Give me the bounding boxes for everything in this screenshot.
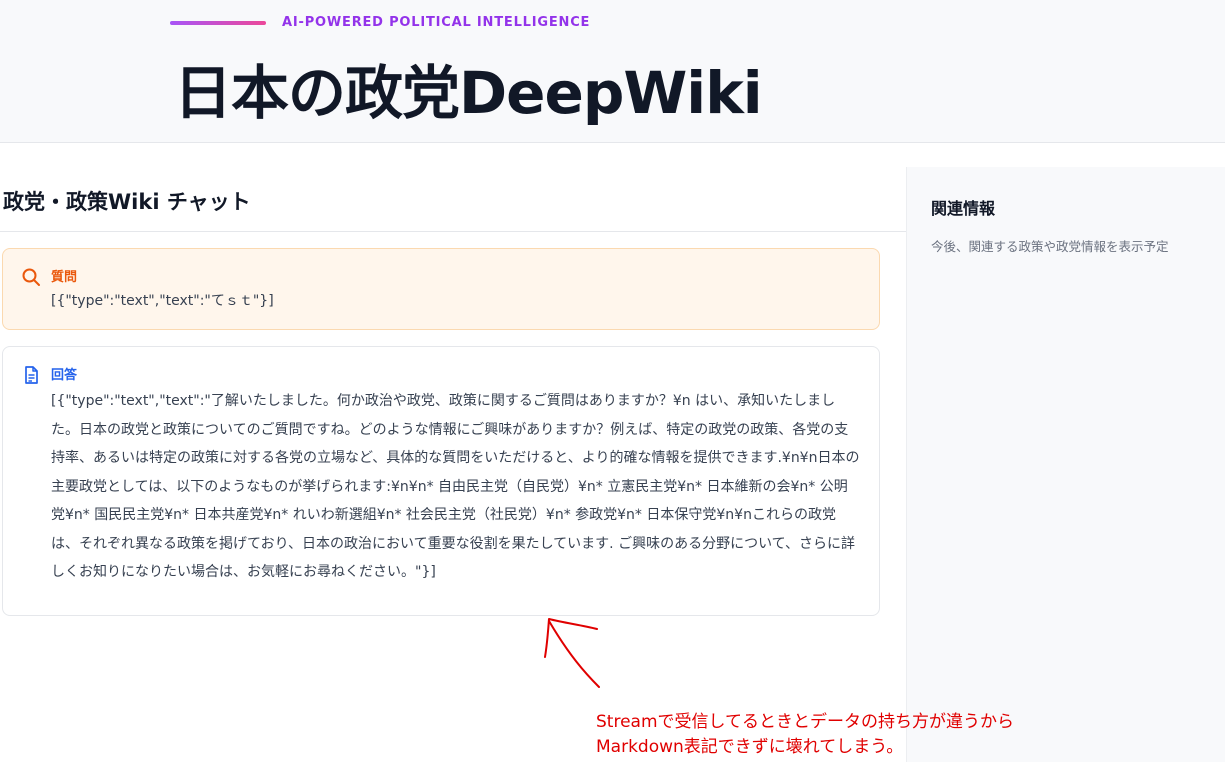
answer-label: 回答	[51, 368, 78, 383]
answer-text: [{"type":"text","text":"了解いたしました。何か政治や政党…	[51, 393, 860, 580]
search-icon	[21, 267, 41, 287]
sidebar-description: 今後、関連する政策や政党情報を表示予定	[931, 239, 1169, 254]
annotation-line: Streamで受信してるときとデータの持ち方が違うから	[596, 712, 1014, 732]
annotation-arrow-icon	[544, 618, 600, 688]
annotation-note: Streamで受信してるときとデータの持ち方が違うから Markdown表記でき…	[596, 710, 1014, 760]
header-tagline: AI-POWERED POLITICAL INTELLIGENCE	[282, 15, 591, 30]
header: AI-POWERED POLITICAL INTELLIGENCE 日本の政党D…	[0, 0, 1225, 143]
document-icon	[21, 365, 41, 385]
page-title: 日本の政党DeepWiki	[174, 59, 763, 127]
page: AI-POWERED POLITICAL INTELLIGENCE 日本の政党D…	[0, 0, 1225, 762]
divider	[0, 231, 906, 232]
question-label: 質問	[51, 270, 78, 285]
header-accent-bar	[170, 21, 266, 25]
answer-card: 回答 [{"type":"text","text":"了解いたしました。何か政治…	[2, 346, 880, 616]
sidebar-title: 関連情報	[931, 199, 996, 218]
sidebar: 関連情報 今後、関連する政策や政党情報を表示予定	[906, 167, 1225, 762]
annotation-line: Markdown表記できずに壊れてしまう。	[596, 737, 904, 757]
question-text: [{"type":"text","text":"てｓｔ"}]	[51, 293, 274, 309]
question-card: 質問 [{"type":"text","text":"てｓｔ"}]	[2, 248, 880, 330]
chat-title: 政党・政策Wiki チャット	[3, 190, 251, 214]
